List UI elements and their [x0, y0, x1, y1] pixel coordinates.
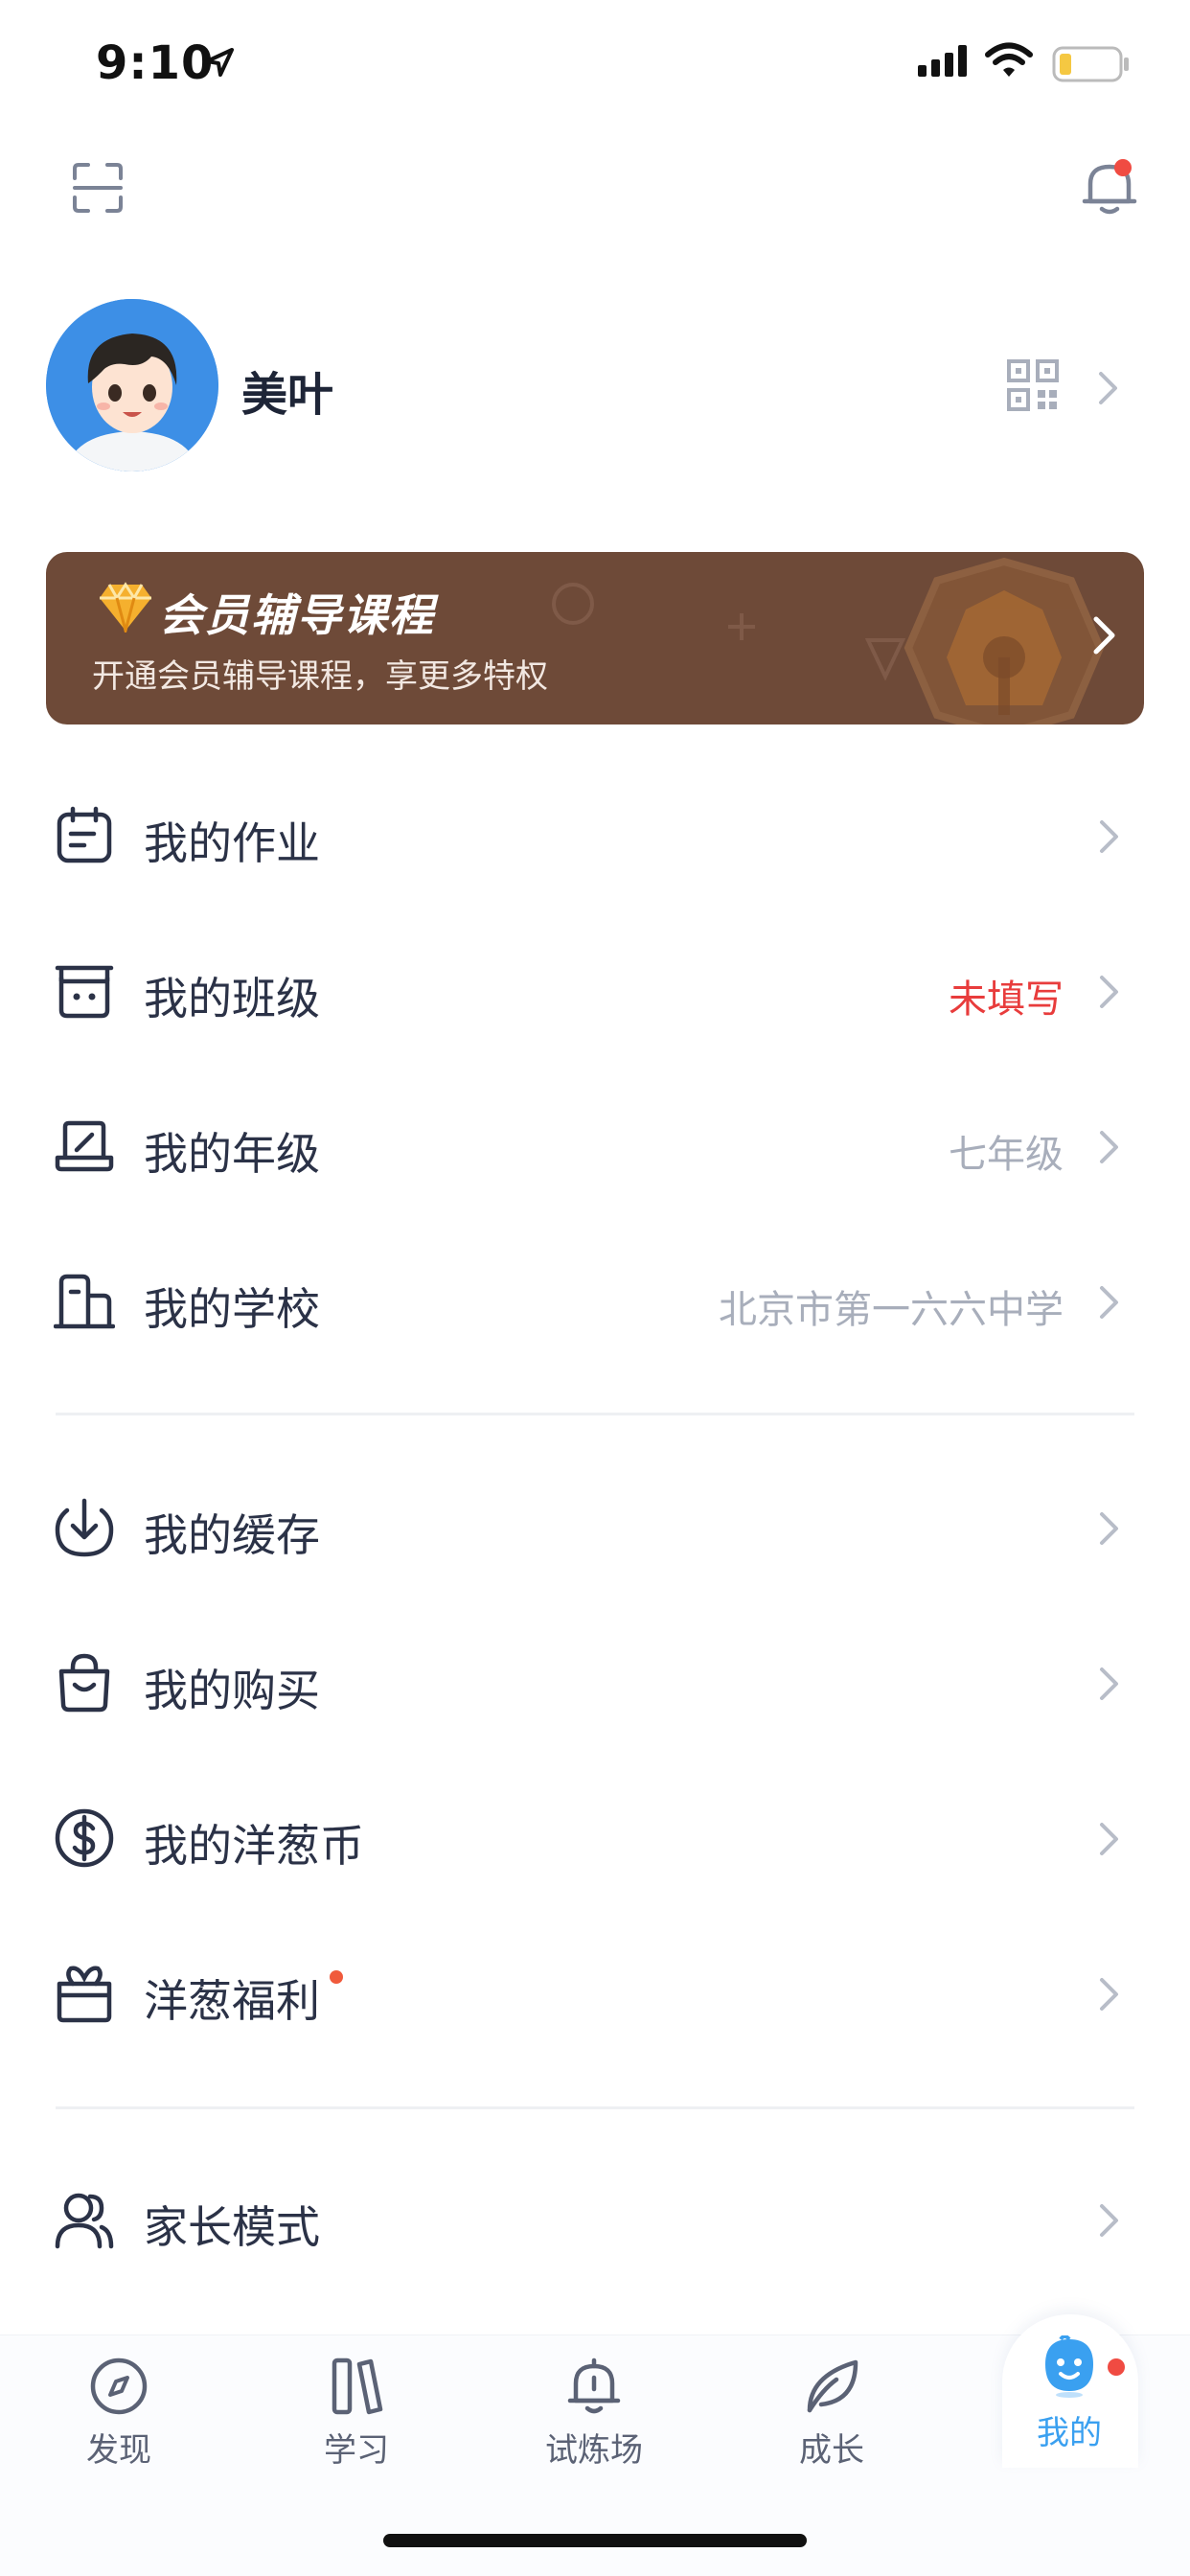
download-icon	[55, 1498, 114, 1557]
grade-icon	[55, 1120, 114, 1172]
coin-icon	[55, 1808, 114, 1868]
chevron-right-icon	[1093, 616, 1115, 655]
battery-icon	[1052, 46, 1129, 82]
status-time: 9:10	[96, 36, 215, 90]
menu-item-label: 我的班级	[144, 973, 320, 1024]
chevron-right-icon	[1100, 1668, 1118, 1700]
chevron-right-icon	[1100, 1286, 1118, 1319]
gift-icon	[57, 1966, 112, 2023]
avatar[interactable]	[46, 299, 218, 472]
menu-item-value: 北京市第一六六中学	[719, 1288, 1064, 1332]
menu-item-value: 未填写	[949, 978, 1064, 1022]
status-bar: 9:10	[0, 0, 1190, 126]
leaf-icon	[807, 2359, 858, 2413]
arena-icon	[567, 2358, 621, 2414]
mascot-icon	[1045, 2335, 1093, 2398]
school-icon	[54, 1274, 115, 1329]
class-icon	[55, 965, 114, 1019]
section-divider	[56, 1413, 1134, 1415]
menu-item-coins[interactable]: 我的洋葱币	[0, 1761, 1190, 1917]
chevron-right-icon	[1100, 2204, 1118, 2237]
tab-discover[interactable]: 发现	[42, 2357, 195, 2471]
notification-badge	[1114, 159, 1132, 176]
books-icon	[332, 2358, 383, 2415]
menu-item-label: 洋葱福利	[144, 1975, 320, 2027]
home-indicator	[383, 2534, 807, 2547]
menu-item-homework[interactable]: 我的作业	[0, 759, 1190, 914]
username[interactable]: 美叶	[241, 356, 333, 424]
tab-label: 成长	[799, 2431, 864, 2470]
notification-badge	[1108, 2358, 1125, 2376]
location-arrow-icon	[205, 48, 234, 77]
menu-item-label: 我的年级	[144, 1128, 320, 1180]
chevron-right-icon	[1100, 1131, 1118, 1163]
menu-item-purchase[interactable]: 我的购买	[0, 1606, 1190, 1761]
menu-item-welfare[interactable]: 洋葱福利	[0, 1917, 1190, 2072]
chevron-right-icon	[1100, 976, 1118, 1008]
menu-item-label: 我的洋葱币	[144, 1820, 364, 1872]
tab-label: 发现	[86, 2431, 151, 2470]
menu-item-parent-mode[interactable]: 家长模式	[0, 2143, 1190, 2298]
chevron-right-icon	[1100, 1512, 1118, 1545]
menu-item-grade[interactable]: 我的年级 七年级	[0, 1070, 1190, 1225]
wifi-icon	[985, 42, 1033, 77]
chevron-right-icon	[1100, 1823, 1118, 1855]
menu-item-label: 家长模式	[144, 2201, 320, 2253]
tab-label: 我的	[1037, 2414, 1102, 2452]
menu-item-class[interactable]: 我的班级 未填写	[0, 914, 1190, 1070]
shopping-bag-icon	[58, 1653, 110, 1713]
chevron-right-icon	[1100, 1978, 1118, 2011]
menu-item-label: 我的缓存	[144, 1509, 320, 1561]
scan-icon[interactable]	[73, 163, 123, 213]
parent-icon	[55, 2193, 114, 2249]
avatar-illustration	[46, 299, 218, 472]
cellular-signal-icon	[918, 45, 967, 77]
tab-growth[interactable]: 成长	[755, 2357, 908, 2471]
homework-icon	[57, 806, 112, 863]
chevron-right-icon[interactable]	[1097, 370, 1120, 406]
diamond-icon	[100, 582, 151, 632]
section-divider	[56, 2106, 1134, 2109]
compass-icon	[90, 2358, 148, 2415]
tab-study[interactable]: 学习	[280, 2357, 433, 2471]
menu-item-label: 我的学校	[144, 1283, 320, 1335]
menu-item-cache[interactable]: 我的缓存	[0, 1451, 1190, 1606]
vip-banner[interactable]: 会员辅导课程 开通会员辅导课程，享更多特权	[46, 552, 1144, 724]
tab-mine[interactable]: 我的	[993, 2335, 1146, 2453]
qr-code-icon[interactable]	[1006, 358, 1060, 412]
menu-item-label: 我的作业	[144, 817, 320, 869]
new-badge-dot	[330, 1970, 343, 1984]
menu-item-school[interactable]: 我的学校 北京市第一六六中学	[0, 1225, 1190, 1380]
vip-title: 会员辅导课程	[159, 589, 435, 641]
vip-subtitle: 开通会员辅导课程，享更多特权	[92, 657, 548, 696]
chevron-right-icon	[1100, 820, 1118, 853]
menu-item-value: 七年级	[949, 1133, 1064, 1177]
tab-arena[interactable]: 试炼场	[517, 2357, 671, 2471]
tab-label: 试炼场	[545, 2431, 643, 2470]
menu-item-label: 我的购买	[144, 1665, 320, 1716]
tab-label: 学习	[324, 2431, 389, 2470]
